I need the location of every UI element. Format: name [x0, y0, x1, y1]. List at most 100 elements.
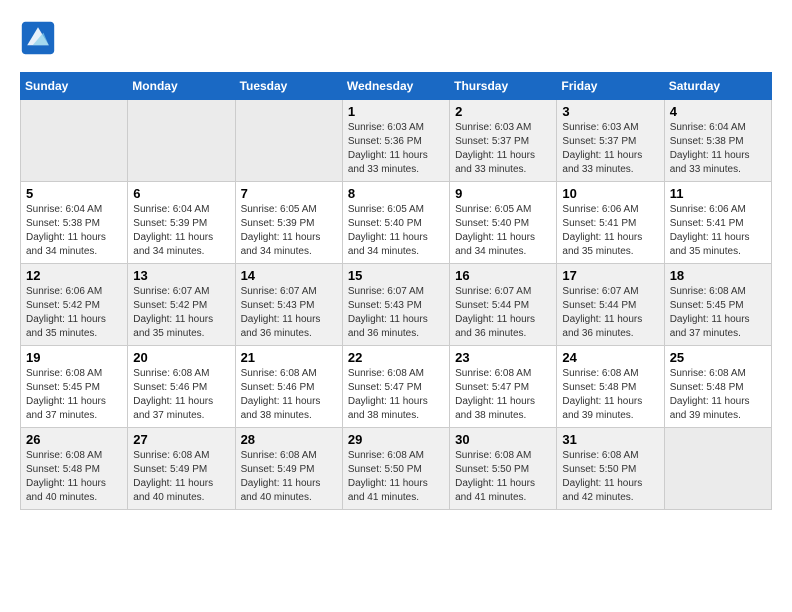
day-number: 10: [562, 186, 658, 201]
day-info: Sunrise: 6:08 AM Sunset: 5:48 PM Dayligh…: [562, 367, 658, 423]
calendar-cell: 19 Sunrise: 6:08 AM Sunset: 5:45 PM Dayli…: [21, 346, 128, 428]
calendar-cell: 24 Sunrise: 6:08 AM Sunset: 5:48 PM Dayli…: [557, 346, 664, 428]
day-info: Sunrise: 6:08 AM Sunset: 5:48 PM Dayligh…: [670, 367, 766, 423]
day-info: Sunrise: 6:03 AM Sunset: 5:36 PM Dayligh…: [348, 121, 444, 177]
calendar-header-thursday: Thursday: [450, 73, 557, 100]
day-info: Sunrise: 6:07 AM Sunset: 5:43 PM Dayligh…: [241, 285, 337, 341]
day-number: 14: [241, 268, 337, 283]
day-info: Sunrise: 6:08 AM Sunset: 5:45 PM Dayligh…: [26, 367, 122, 423]
day-info: Sunrise: 6:03 AM Sunset: 5:37 PM Dayligh…: [562, 121, 658, 177]
day-number: 15: [348, 268, 444, 283]
day-info: Sunrise: 6:07 AM Sunset: 5:43 PM Dayligh…: [348, 285, 444, 341]
calendar-cell: 4 Sunrise: 6:04 AM Sunset: 5:38 PM Daylig…: [664, 100, 771, 182]
day-info: Sunrise: 6:05 AM Sunset: 5:40 PM Dayligh…: [455, 203, 551, 259]
calendar-cell: 29 Sunrise: 6:08 AM Sunset: 5:50 PM Dayli…: [342, 428, 449, 510]
calendar-cell: [664, 428, 771, 510]
day-number: 5: [26, 186, 122, 201]
day-number: 26: [26, 432, 122, 447]
calendar-cell: 16 Sunrise: 6:07 AM Sunset: 5:44 PM Dayli…: [450, 264, 557, 346]
day-number: 2: [455, 104, 551, 119]
calendar-cell: 6 Sunrise: 6:04 AM Sunset: 5:39 PM Daylig…: [128, 182, 235, 264]
calendar-cell: 17 Sunrise: 6:07 AM Sunset: 5:44 PM Dayli…: [557, 264, 664, 346]
day-info: Sunrise: 6:08 AM Sunset: 5:49 PM Dayligh…: [133, 449, 229, 505]
day-info: Sunrise: 6:07 AM Sunset: 5:44 PM Dayligh…: [562, 285, 658, 341]
calendar-cell: 5 Sunrise: 6:04 AM Sunset: 5:38 PM Daylig…: [21, 182, 128, 264]
day-number: 20: [133, 350, 229, 365]
calendar-cell: 15 Sunrise: 6:07 AM Sunset: 5:43 PM Dayli…: [342, 264, 449, 346]
calendar-cell: 30Sunrise: 6:08 AM Sunset: 5:50 PM Dayli…: [450, 428, 557, 510]
day-number: 21: [241, 350, 337, 365]
day-number: 13: [133, 268, 229, 283]
calendar-table: SundayMondayTuesdayWednesdayThursdayFrid…: [20, 72, 772, 510]
calendar-cell: 31 Sunrise: 6:08 AM Sunset: 5:50 PM Dayli…: [557, 428, 664, 510]
day-info: Sunrise: 6:08 AM Sunset: 5:50 PM Dayligh…: [348, 449, 444, 505]
day-info: Sunrise: 6:03 AM Sunset: 5:37 PM Dayligh…: [455, 121, 551, 177]
day-info: Sunrise: 6:06 AM Sunset: 5:41 PM Dayligh…: [562, 203, 658, 259]
day-info: Sunrise: 6:06 AM Sunset: 5:42 PM Dayligh…: [26, 285, 122, 341]
calendar-cell: [235, 100, 342, 182]
calendar-cell: 13 Sunrise: 6:07 AM Sunset: 5:42 PM Dayli…: [128, 264, 235, 346]
logo-icon: [20, 20, 56, 56]
calendar-cell: 20 Sunrise: 6:08 AM Sunset: 5:46 PM Dayli…: [128, 346, 235, 428]
calendar-week-row: 12 Sunrise: 6:06 AM Sunset: 5:42 PM Dayli…: [21, 264, 772, 346]
day-info: Sunrise: 6:08 AM Sunset: 5:48 PM Dayligh…: [26, 449, 122, 505]
day-number: 24: [562, 350, 658, 365]
day-number: 1: [348, 104, 444, 119]
day-number: 27: [133, 432, 229, 447]
day-number: 17: [562, 268, 658, 283]
calendar-cell: 11Sunrise: 6:06 AM Sunset: 5:41 PM Dayli…: [664, 182, 771, 264]
day-number: 9: [455, 186, 551, 201]
calendar-cell: 26 Sunrise: 6:08 AM Sunset: 5:48 PM Dayli…: [21, 428, 128, 510]
day-number: 28: [241, 432, 337, 447]
calendar-header-friday: Friday: [557, 73, 664, 100]
calendar-cell: [21, 100, 128, 182]
calendar-cell: 18Sunrise: 6:08 AM Sunset: 5:45 PM Dayli…: [664, 264, 771, 346]
calendar-cell: 28 Sunrise: 6:08 AM Sunset: 5:49 PM Dayli…: [235, 428, 342, 510]
calendar-header-saturday: Saturday: [664, 73, 771, 100]
day-info: Sunrise: 6:04 AM Sunset: 5:39 PM Dayligh…: [133, 203, 229, 259]
day-number: 4: [670, 104, 766, 119]
day-info: Sunrise: 6:08 AM Sunset: 5:50 PM Dayligh…: [562, 449, 658, 505]
day-info: Sunrise: 6:06 AM Sunset: 5:41 PM Dayligh…: [670, 203, 766, 259]
day-number: 7: [241, 186, 337, 201]
calendar-week-row: 19 Sunrise: 6:08 AM Sunset: 5:45 PM Dayli…: [21, 346, 772, 428]
calendar-cell: 22Sunrise: 6:08 AM Sunset: 5:47 PM Dayli…: [342, 346, 449, 428]
day-number: 29: [348, 432, 444, 447]
day-info: Sunrise: 6:08 AM Sunset: 5:46 PM Dayligh…: [133, 367, 229, 423]
calendar-week-row: 26 Sunrise: 6:08 AM Sunset: 5:48 PM Dayli…: [21, 428, 772, 510]
day-info: Sunrise: 6:05 AM Sunset: 5:39 PM Dayligh…: [241, 203, 337, 259]
day-number: 12: [26, 268, 122, 283]
calendar-header-tuesday: Tuesday: [235, 73, 342, 100]
day-info: Sunrise: 6:07 AM Sunset: 5:42 PM Dayligh…: [133, 285, 229, 341]
day-number: 31: [562, 432, 658, 447]
logo: [20, 20, 60, 56]
day-number: 6: [133, 186, 229, 201]
calendar-header-row: SundayMondayTuesdayWednesdayThursdayFrid…: [21, 73, 772, 100]
day-number: 19: [26, 350, 122, 365]
calendar-cell: [128, 100, 235, 182]
day-info: Sunrise: 6:08 AM Sunset: 5:50 PM Dayligh…: [455, 449, 551, 505]
calendar-header-wednesday: Wednesday: [342, 73, 449, 100]
calendar-cell: 3Sunrise: 6:03 AM Sunset: 5:37 PM Daylig…: [557, 100, 664, 182]
calendar-header-sunday: Sunday: [21, 73, 128, 100]
calendar-cell: 21 Sunrise: 6:08 AM Sunset: 5:46 PM Dayli…: [235, 346, 342, 428]
calendar-cell: 10 Sunrise: 6:06 AM Sunset: 5:41 PM Dayli…: [557, 182, 664, 264]
day-info: Sunrise: 6:08 AM Sunset: 5:49 PM Dayligh…: [241, 449, 337, 505]
page-header: [20, 20, 772, 56]
day-number: 25: [670, 350, 766, 365]
day-info: Sunrise: 6:08 AM Sunset: 5:46 PM Dayligh…: [241, 367, 337, 423]
day-info: Sunrise: 6:08 AM Sunset: 5:47 PM Dayligh…: [348, 367, 444, 423]
day-info: Sunrise: 6:07 AM Sunset: 5:44 PM Dayligh…: [455, 285, 551, 341]
day-info: Sunrise: 6:04 AM Sunset: 5:38 PM Dayligh…: [670, 121, 766, 177]
day-info: Sunrise: 6:08 AM Sunset: 5:47 PM Dayligh…: [455, 367, 551, 423]
calendar-week-row: 1 Sunrise: 6:03 AM Sunset: 5:36 PM Daylig…: [21, 100, 772, 182]
calendar-cell: 8Sunrise: 6:05 AM Sunset: 5:40 PM Daylig…: [342, 182, 449, 264]
calendar-header-monday: Monday: [128, 73, 235, 100]
calendar-week-row: 5 Sunrise: 6:04 AM Sunset: 5:38 PM Daylig…: [21, 182, 772, 264]
calendar-cell: 1 Sunrise: 6:03 AM Sunset: 5:36 PM Daylig…: [342, 100, 449, 182]
calendar-cell: 2 Sunrise: 6:03 AM Sunset: 5:37 PM Daylig…: [450, 100, 557, 182]
day-number: 16: [455, 268, 551, 283]
day-info: Sunrise: 6:04 AM Sunset: 5:38 PM Dayligh…: [26, 203, 122, 259]
calendar-cell: 12 Sunrise: 6:06 AM Sunset: 5:42 PM Dayli…: [21, 264, 128, 346]
calendar-cell: 25 Sunrise: 6:08 AM Sunset: 5:48 PM Dayli…: [664, 346, 771, 428]
